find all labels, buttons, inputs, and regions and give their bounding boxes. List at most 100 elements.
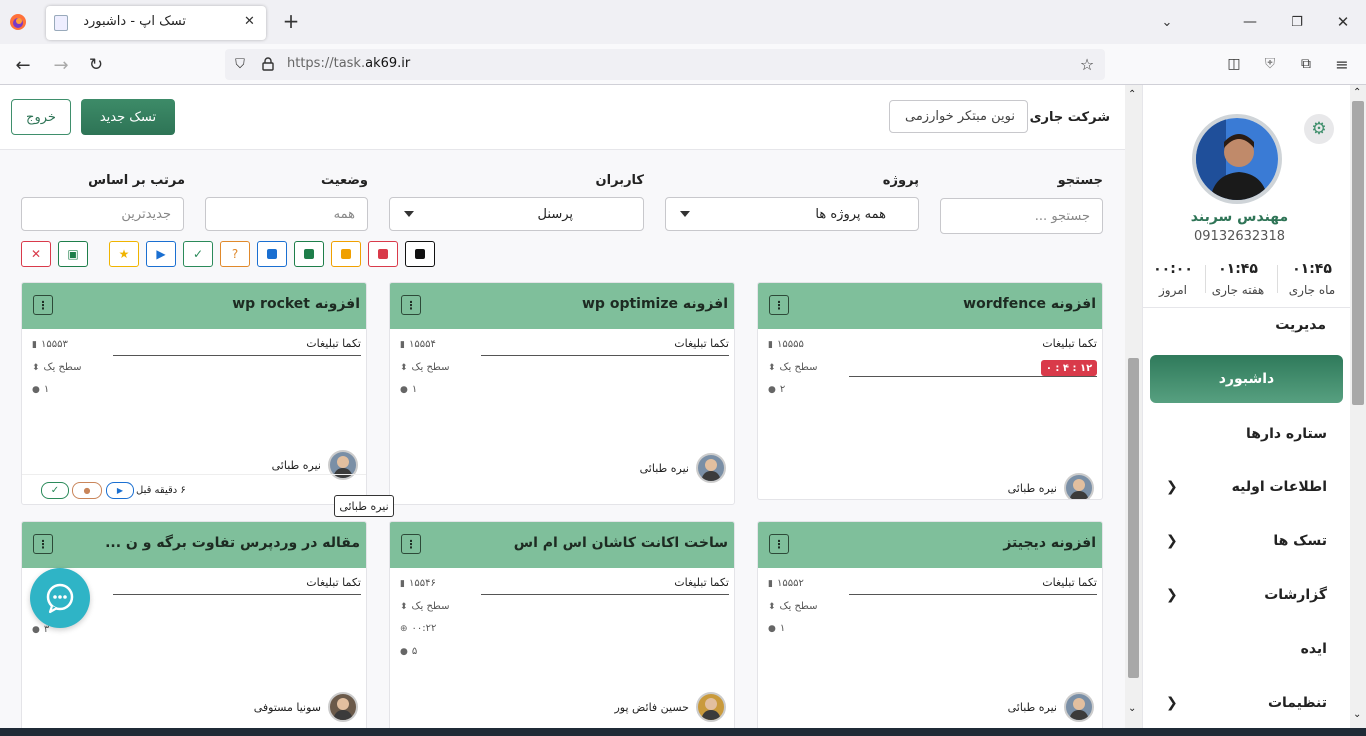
scroll-down-arrow-icon[interactable]: ⌄ [1128,703,1136,714]
user-avatar[interactable] [696,453,726,483]
user-avatar[interactable] [328,692,358,722]
users-select[interactable]: پرسنل [389,197,644,231]
search-input[interactable]: جستجو ... [940,198,1103,234]
bookmark-star-icon[interactable]: ☆ [1077,54,1097,74]
close-tab-icon[interactable]: ✕ [244,14,255,29]
project-select[interactable]: همه پروژه ها [665,197,919,231]
clear-filter-button[interactable]: ✕ [21,241,51,267]
user-avatar[interactable] [1064,692,1094,722]
sidebar-item-1[interactable]: ستاره دارها [1150,410,1343,458]
excel-export-button[interactable]: ▣ [58,241,88,267]
card-done-button[interactable]: ✓ [41,482,69,499]
assignee-name: حسین فائض پور [614,701,689,714]
extensions-icon[interactable]: ⧉ [1296,54,1316,74]
task-card-header: افزونه دیجیتز ⋮ [758,522,1102,568]
browser-tab[interactable]: تسک اپ - داشبورد ✕ [46,6,266,40]
task-card[interactable]: افزونه wordfence ⋮ تکما تبلیغات ▮ ۱۵۵۵۵ ⬍ سطح… [757,282,1103,500]
user-avatar[interactable] [696,692,726,722]
question-filter-button[interactable]: ? [220,241,250,267]
task-company: تکما تبلیغات [674,576,729,589]
sidebar-item-3[interactable]: تسک ها ❮ [1150,517,1343,565]
document-icon: ▮ [32,339,37,350]
kebab-menu-icon[interactable]: ⋮ [33,534,53,554]
sidebar-item-label: اطلاعات اولیه [1231,479,1327,495]
main-scroll-thumb[interactable] [1128,358,1139,678]
user-avatar[interactable] [1064,473,1094,499]
user-tooltip: نیره طبائی [334,495,394,517]
task-card[interactable]: افزونه wp rocket ⋮ تکما تبلیغات ▮ ۱۵۵۵۳ ⬍ سطح… [21,282,367,505]
kebab-menu-icon[interactable]: ⋮ [33,295,53,315]
play-filter-button[interactable]: ▶ [146,241,176,267]
task-level-row: ⬍ سطح یک [400,362,450,373]
new-tab-button[interactable]: + [280,9,302,33]
kebab-menu-icon[interactable]: ⋮ [401,534,421,554]
task-title[interactable]: ساخت اکانت کاشان اس ام اس [514,535,728,551]
card-play-button[interactable]: ▶ [106,482,134,499]
task-card[interactable]: افزونه دیجیتز ⋮ تکما تبلیغات ▮ ۱۵۵۵۲ ⬍ سطح یک… [757,521,1103,728]
settings-gear-icon[interactable]: ⚙ [1304,114,1334,144]
lock-icon[interactable] [259,55,277,73]
sidebar-item-4[interactable]: گزارشات ❮ [1150,571,1343,619]
blue-status-button[interactable] [257,241,287,267]
comment-icon: ● [768,623,776,634]
sidebar-item-label: گزارشات [1264,587,1327,603]
sort-label: مرتب بر اساس [88,173,185,188]
chevron-left-icon: ❮ [1166,533,1178,549]
sidebar-item-label: تسک ها [1273,533,1327,549]
clock-icon: ⊕ [400,623,408,634]
sidebar-item-2[interactable]: اطلاعات اولیه ❮ [1150,463,1343,511]
sidebar-item-5[interactable]: ایده [1150,625,1343,673]
kebab-menu-icon[interactable]: ⋮ [401,295,421,315]
shield-icon[interactable]: ⛉ [231,55,249,73]
pocket-icon[interactable]: ◫ [1224,54,1244,74]
green-status-button[interactable] [294,241,324,267]
sidebar-item-0[interactable]: داشبورد [1150,355,1343,403]
minimize-window-icon[interactable]: — [1240,12,1260,32]
task-card[interactable]: افزونه wp optimize ⋮ تکما تبلیغات ▮ ۱۵۵۵۴ ⬍ س… [389,282,735,505]
task-title[interactable]: افزونه wordfence [963,296,1096,312]
task-title[interactable]: افزونه دیجیتز [1003,535,1096,551]
page-scrollbar[interactable]: ⌃ ⌄ [1350,85,1366,736]
main-scrollbar[interactable]: ⌃ ⌄ [1125,85,1142,736]
close-window-icon[interactable]: ✕ [1333,12,1353,32]
privacy-badger-icon[interactable]: ⛨ [1260,54,1280,74]
company-select[interactable]: نوین مبتکر خوارزمی [889,100,1028,133]
new-task-button[interactable]: تسک جدید [81,99,175,135]
firefox-icon[interactable] [8,12,28,32]
tab-title: تسک اپ - داشبورد [83,14,186,29]
red-status-button[interactable] [368,241,398,267]
scroll-up-arrow-icon[interactable]: ⌃ [1353,87,1361,98]
chat-widget-button[interactable] [30,568,90,628]
sort-input[interactable]: جدیدترین [21,197,184,231]
back-arrow-icon[interactable]: ← [12,54,34,76]
restore-window-icon[interactable]: ❐ [1287,12,1307,32]
orange-status-button[interactable] [331,241,361,267]
card-comment-button[interactable]: ● [72,482,102,499]
task-title[interactable]: مقاله در وردپرس تفاوت برگه و ن ... [105,535,360,551]
task-title[interactable]: افزونه wp rocket [232,296,360,312]
kebab-menu-icon[interactable]: ⋮ [769,534,789,554]
reload-icon[interactable]: ↻ [85,54,107,76]
status-square-icon [378,249,388,259]
task-card-header: افزونه wordfence ⋮ [758,283,1102,329]
logout-button[interactable]: خروج [11,99,71,135]
tab-list-chevron-icon[interactable]: ⌄ [1157,12,1177,32]
menu-hamburger-icon[interactable]: ≡ [1332,54,1352,74]
status-input[interactable]: همه [205,197,368,231]
os-taskbar-strip [0,728,1366,736]
page-scroll-thumb[interactable] [1352,101,1364,405]
task-title[interactable]: افزونه wp optimize [582,296,728,312]
done-filter-button[interactable]: ✓ [183,241,213,267]
url-bar[interactable]: ⛉ https://task.ak69.ir ☆ [225,49,1105,80]
black-status-button[interactable] [405,241,435,267]
task-card[interactable]: ساخت اکانت کاشان اس ام اس ⋮ تکما تبلیغات ▮… [389,521,735,728]
scroll-down-arrow-icon[interactable]: ⌄ [1353,709,1361,720]
kebab-menu-icon[interactable]: ⋮ [769,295,789,315]
task-duration-row: ⊕ ۰۰:۲۲ [400,623,437,634]
scroll-up-arrow-icon[interactable]: ⌃ [1128,89,1136,100]
sort-arrows-icon: ⬍ [768,362,776,373]
starred-filter-button[interactable]: ★ [109,241,139,267]
sidebar-item-6[interactable]: تنظیمات ❮ [1150,679,1343,727]
forward-arrow-icon[interactable]: → [50,54,72,76]
done-filter-icon: ✓ [192,247,204,261]
